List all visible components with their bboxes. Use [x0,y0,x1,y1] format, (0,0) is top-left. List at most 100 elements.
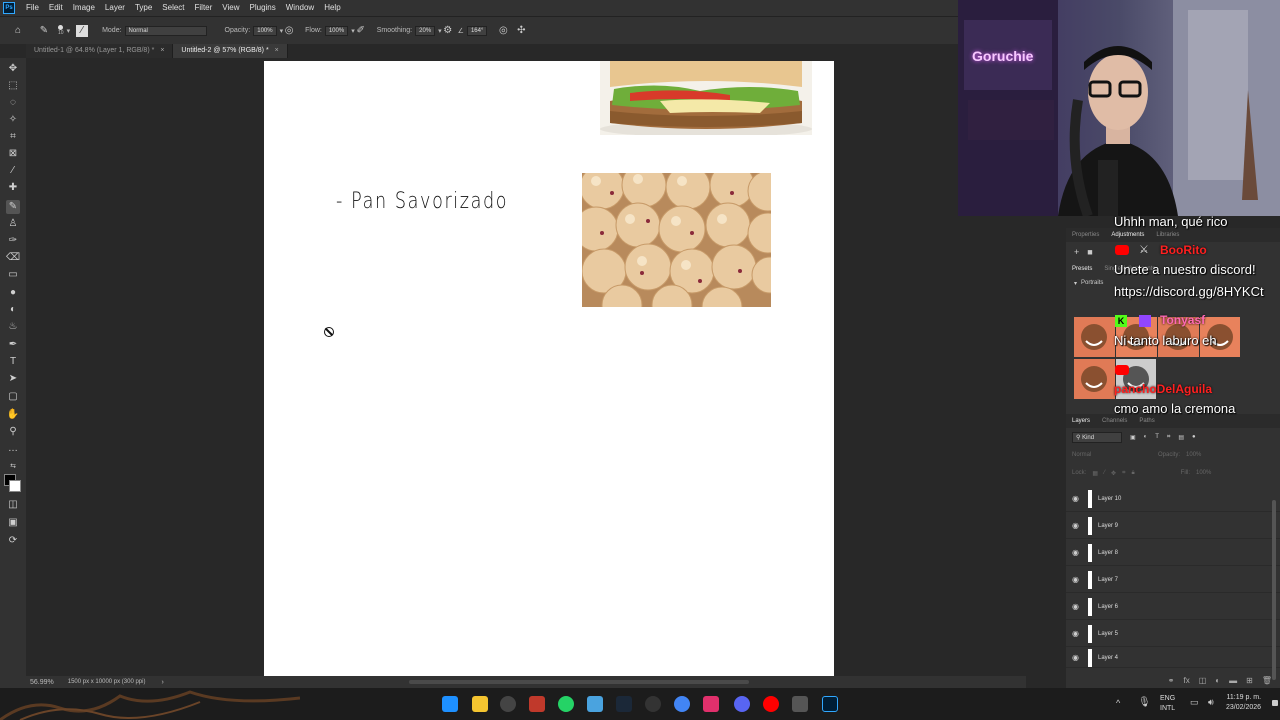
layer-row[interactable]: ◉ Layer 9 [1066,513,1280,539]
eyedropper-tool-icon[interactable]: ⁄ [6,164,20,178]
brush-size-picker[interactable]: 10 ▾ [58,25,70,36]
menu-image[interactable]: Image [68,0,100,16]
chevron-down-icon[interactable]: ▾ [1074,280,1077,287]
zoom-level[interactable]: 56.99% [30,679,54,686]
tab-presets[interactable]: Presets [1066,266,1098,272]
airbrush-icon[interactable]: ✐ [355,25,367,37]
adjustment-layer-icon[interactable]: ◐ [1215,676,1220,685]
close-icon[interactable]: × [275,47,279,54]
mode-select[interactable]: Normal [124,25,207,36]
chevron-up-icon[interactable]: ^ [1116,698,1120,708]
gear-icon[interactable]: ⚙ [442,25,454,37]
tab-adjustments[interactable]: Adjustments [1105,232,1150,238]
chrome-icon[interactable] [674,696,690,712]
filter-pixel-icon[interactable]: ▣ [1130,434,1136,441]
eye-icon[interactable]: ◉ [1072,653,1082,662]
menu-plugins[interactable]: Plugins [245,0,281,16]
xp-pen-icon[interactable] [792,696,808,712]
eye-icon[interactable]: ◉ [1072,548,1082,557]
layer-row[interactable]: ◉ Layer 8 [1066,540,1280,566]
brush-settings-icon[interactable]: ⁄ [76,24,89,37]
tab-layers[interactable]: Layers [1066,418,1096,424]
tab-paths[interactable]: Paths [1133,418,1160,424]
pen-tool-icon[interactable]: ✒ [6,338,20,352]
clock[interactable]: 11:19 p. m. 23/02/2026 [1226,693,1261,713]
app-icon[interactable] [645,696,661,712]
tab-libraries[interactable]: Libraries [1150,232,1185,238]
trash-icon[interactable]: 🗑︎ [1262,676,1272,685]
crop-tool-icon[interactable]: ⌗ [6,130,20,144]
close-icon[interactable]: × [160,47,164,54]
clone-stamp-tool-icon[interactable]: ♙ [6,217,20,231]
eraser-tool-icon[interactable]: ⌫ [6,251,20,265]
brush-tool-icon[interactable]: ✎ [6,200,20,214]
angle-input[interactable]: 164° [466,25,488,36]
brush-tool-icon[interactable]: ✎ [38,25,50,37]
rectangle-tool-icon[interactable]: ▢ [6,390,20,404]
scrollbar-thumb[interactable] [408,680,749,684]
dodge-tool-icon[interactable]: ◐ [6,303,20,317]
marquee-tool-icon[interactable]: ⬚ [6,79,20,93]
pressure-size-icon[interactable]: ◎ [497,25,509,37]
fx-icon[interactable]: fx [1184,676,1190,685]
gradient-tool-icon[interactable]: ▭ [6,268,20,282]
zoom-tool-icon[interactable]: ⚲ [6,425,20,439]
menu-file[interactable]: File [21,0,44,16]
steam-icon[interactable] [616,696,632,712]
more-tools-icon[interactable]: … [6,442,20,456]
fill-input[interactable]: 100% [1196,470,1211,476]
lock-position-icon[interactable]: ✥ [1111,470,1116,477]
eye-icon[interactable]: ◉ [1072,494,1082,503]
blur-tool-icon[interactable]: ● [6,286,20,300]
tab-channels[interactable]: Channels [1096,418,1133,424]
layer-row[interactable]: ◉ Layer 5 [1066,621,1280,647]
layer-row[interactable]: ◉ Layer 6 [1066,594,1280,620]
voice-meeter-icon[interactable] [529,696,545,712]
new-group-icon[interactable]: ▬ [1229,676,1237,685]
horizontal-scrollbar[interactable] [174,680,754,684]
eye-icon[interactable]: ◉ [1072,575,1082,584]
file-explorer-icon[interactable] [472,696,488,712]
notepad-icon[interactable] [587,696,603,712]
symmetry-icon[interactable]: ✣ [515,25,527,37]
menu-view[interactable]: View [217,0,244,16]
layer-opacity-input[interactable]: 100% [1186,452,1201,458]
notification-icon[interactable] [1272,700,1278,706]
healing-brush-tool-icon[interactable]: ✚ [6,181,20,195]
tab-untitled-1[interactable]: Untitled-1 @ 64.8% (Layer 1, RGB/8) * × [26,44,174,58]
smoothing-input[interactable]: 20% [415,25,436,36]
eye-icon[interactable]: ◉ [1072,521,1082,530]
opera-icon[interactable] [763,696,779,712]
language-indicator[interactable]: ENG INTL [1160,694,1175,714]
portraits-label[interactable]: Portraits [1081,280,1103,286]
smudge-tool-icon[interactable]: ♨ [6,320,20,334]
photoshop-logo-icon[interactable]: Ps [3,2,15,14]
flow-input[interactable]: 100% [324,25,349,36]
microphone-icon[interactable]: 🎙︎ [1138,697,1151,708]
lasso-tool-icon[interactable]: ◌ [6,96,20,110]
lock-pixels-icon[interactable]: ▦ [1092,470,1098,477]
eye-icon[interactable]: ◉ [1072,629,1082,638]
layer-row[interactable]: ◉ Layer 4 [1066,648,1280,668]
menu-help[interactable]: Help [319,0,345,16]
menu-filter[interactable]: Filter [190,0,218,16]
filter-shape-icon[interactable]: ⌗ [1167,434,1170,441]
photoshop-taskbar-icon[interactable] [822,696,838,712]
monitor-icon[interactable]: ▭ [1190,697,1199,708]
move-tool-icon[interactable]: ✥ [6,62,20,76]
path-select-tool-icon[interactable]: ➤ [6,372,20,386]
lock-artboard-icon[interactable]: ⌗ [1122,470,1125,477]
document-canvas[interactable]: - Pan Savorizado [264,61,834,676]
menu-layer[interactable]: Layer [100,0,130,16]
lock-all-icon[interactable]: 🔒︎ [1131,470,1134,477]
menu-window[interactable]: Window [281,0,319,16]
add-mask-icon[interactable]: ◫ [1199,676,1207,685]
screen-mode-icon[interactable]: ▣ [6,516,20,530]
link-layers-icon[interactable]: ⚭ [1168,676,1175,685]
type-tool-icon[interactable]: T [6,355,20,369]
edit-toolbar-icon[interactable]: ⟳ [6,534,20,548]
obs-icon[interactable] [500,696,516,712]
app-icon[interactable] [703,696,719,712]
tab-untitled-2[interactable]: Untitled-2 @ 57% (RGB/8) * × [173,44,288,58]
frame-tool-icon[interactable]: ⊠ [6,147,20,161]
